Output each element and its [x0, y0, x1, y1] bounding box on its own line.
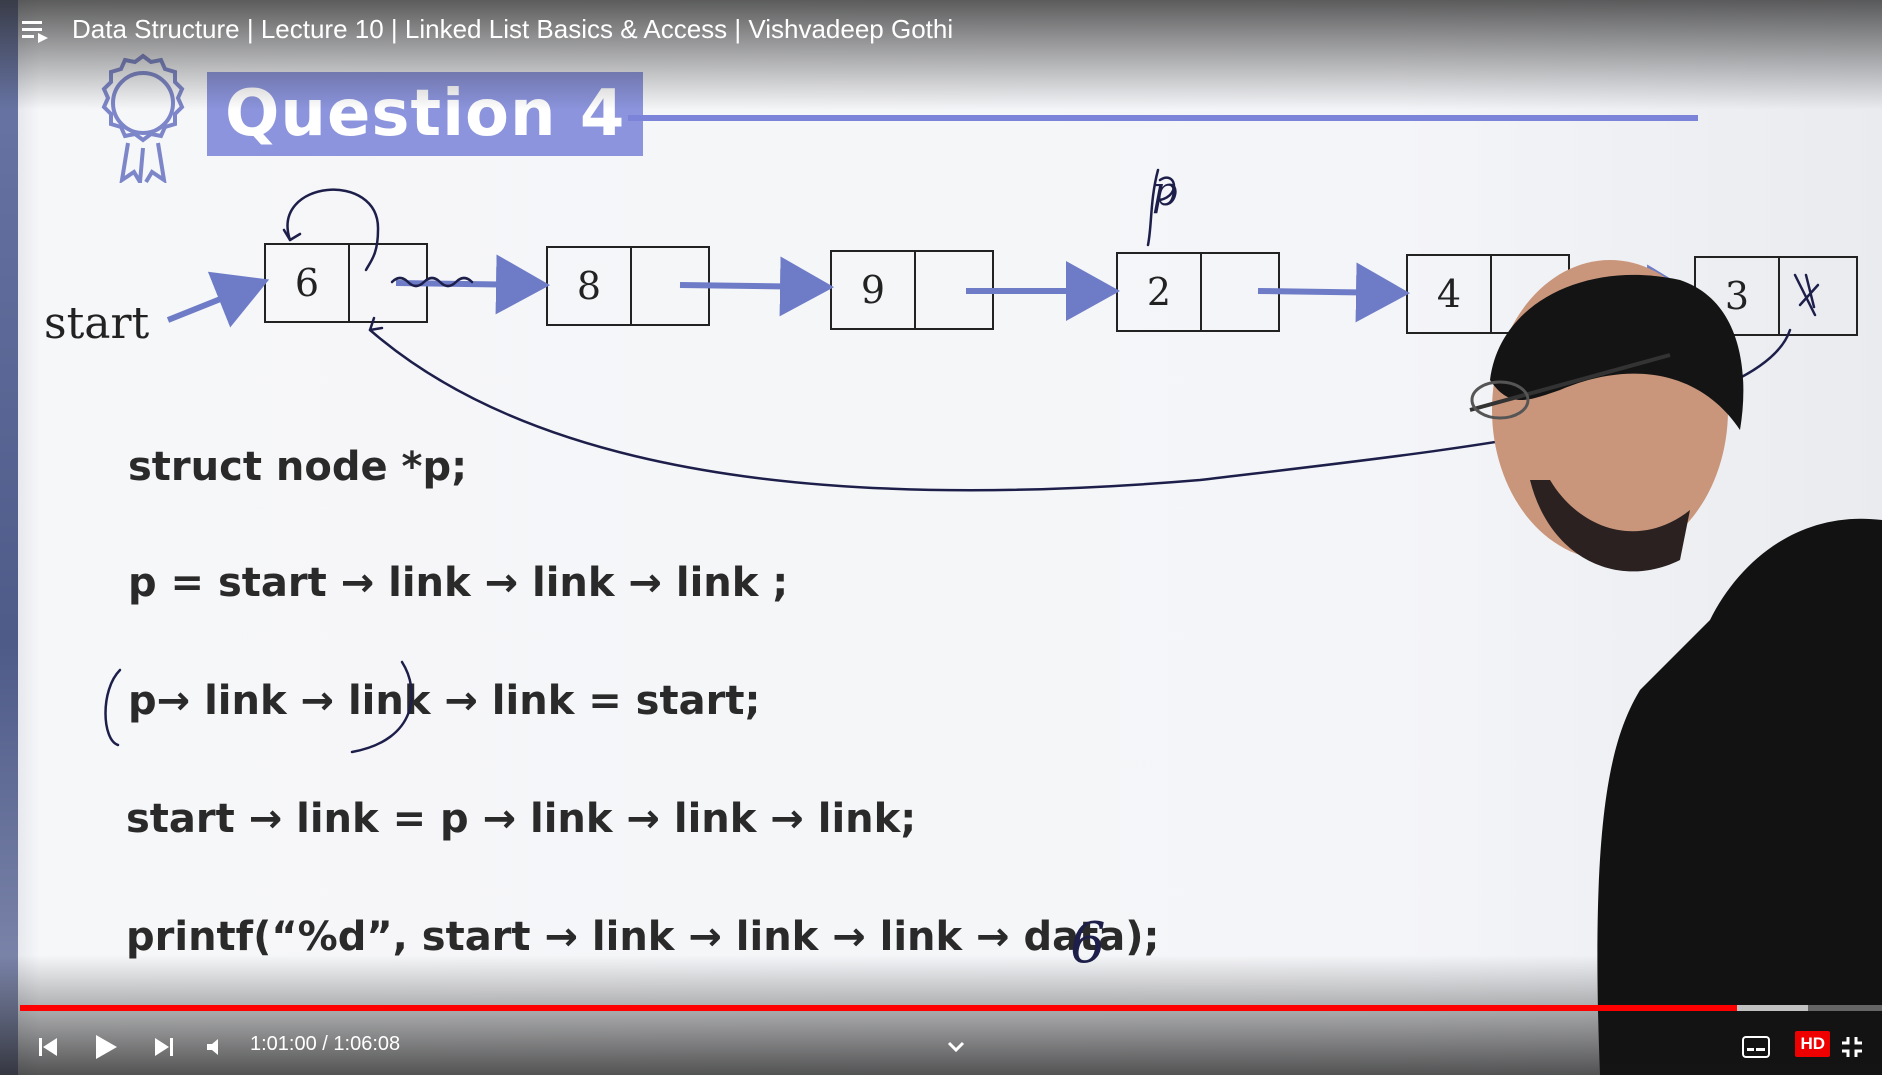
presenter-image [1469, 260, 1882, 1075]
volume-button[interactable] [196, 1027, 236, 1067]
skip-previous-icon [39, 1038, 57, 1056]
skip-next-button[interactable] [144, 1027, 184, 1067]
skip-next-icon [155, 1038, 173, 1056]
player-controls: 1:01:00 / 1:06:08 HD [0, 1005, 1882, 1075]
play-icon [96, 1035, 117, 1059]
chevron-down-icon [947, 1041, 965, 1053]
arrow [1257, 262, 1410, 323]
video-title-bar: Data Structure | Lecture 10 | Linked Lis… [20, 14, 953, 45]
playlist-icon[interactable] [20, 15, 50, 45]
pointer-label: p [1152, 169, 1178, 215]
bracket-right [350, 660, 413, 754]
volume-icon [207, 1039, 218, 1055]
subtitles-button[interactable] [1736, 1027, 1776, 1067]
video-frame[interactable]: Question 4 start 6 8 9 2 4 3 struct node… [0, 0, 1882, 1075]
video-title[interactable]: Data Structure | Lecture 10 | Linked Lis… [72, 14, 953, 45]
exit-fullscreen-icon [1842, 1037, 1862, 1057]
progress-played [20, 1005, 1737, 1011]
play-button[interactable] [86, 1027, 126, 1067]
self-loop-stroke [286, 188, 380, 272]
arrow [679, 256, 834, 317]
skip-previous-button[interactable] [28, 1027, 68, 1067]
bracket-left [104, 668, 122, 747]
progress-bar[interactable] [20, 1005, 1882, 1011]
hd-badge[interactable]: HD [1795, 1031, 1830, 1057]
time-display: 1:01:00 / 1:06:08 [250, 1033, 401, 1055]
exit-fullscreen-button[interactable] [1832, 1027, 1872, 1067]
arrow [166, 271, 270, 328]
subtitles-icon [1742, 1036, 1770, 1058]
chapter-chevron-button[interactable] [936, 1027, 976, 1067]
